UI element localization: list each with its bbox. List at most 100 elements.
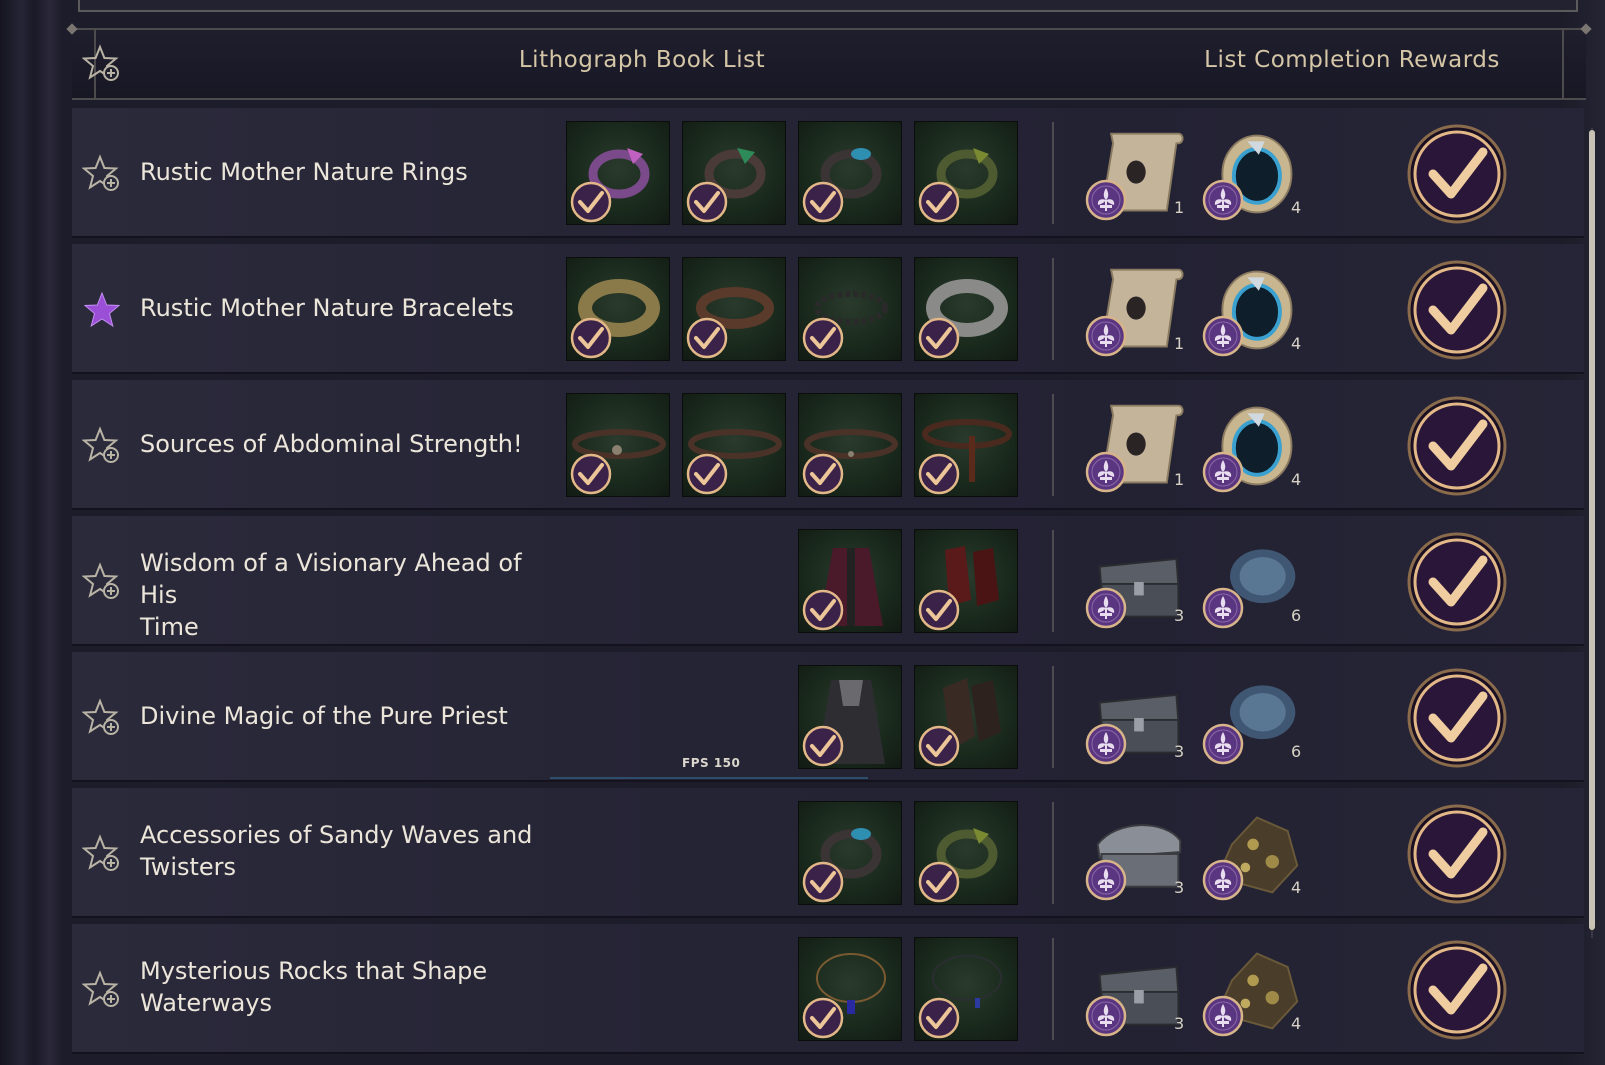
book-item-slot[interactable] <box>682 393 786 497</box>
book-item-slot[interactable] <box>798 257 902 361</box>
reward-slot[interactable]: 6 <box>1201 670 1311 770</box>
fps-value: 150 <box>713 756 741 770</box>
claim-reward-check-button[interactable] <box>1405 938 1509 1042</box>
column-title-rewards: List Completion Rewards <box>1204 47 1500 73</box>
registered-check-icon <box>918 725 960 767</box>
registered-check-icon <box>918 317 960 359</box>
list-row[interactable]: Rustic Mother Nature Rings 1 4 <box>72 108 1584 238</box>
scrollbar[interactable] <box>1588 118 1596 948</box>
book-item-slot[interactable] <box>914 937 1018 1041</box>
left-curtain <box>0 0 62 1065</box>
registered-check-icon <box>918 997 960 1039</box>
reward-slot[interactable]: 1 <box>1084 126 1194 226</box>
star-plus-icon[interactable] <box>82 44 122 84</box>
claim-reward-check-button[interactable] <box>1405 802 1509 906</box>
favorite-star-icon[interactable] <box>82 290 122 330</box>
book-item-slot[interactable] <box>682 257 786 361</box>
reward-slot[interactable]: 4 <box>1201 942 1311 1042</box>
list-row[interactable]: Accessories of Sandy Waves and Twisters 3 4 <box>72 788 1584 918</box>
reward-slot[interactable]: 1 <box>1084 262 1194 362</box>
book-item-slot[interactable] <box>798 665 902 769</box>
reward-slot[interactable]: 4 <box>1201 126 1311 226</box>
claim-reward-check-button[interactable] <box>1405 666 1509 770</box>
row-title-line: Wisdom of a Visionary Ahead of His <box>140 549 522 609</box>
fleur-de-lis-badge-icon <box>1085 179 1127 221</box>
star-plus-icon[interactable] <box>82 970 122 1010</box>
book-item-slot[interactable] <box>798 801 902 905</box>
book-item-slot[interactable] <box>914 529 1018 633</box>
claim-reward-check-button[interactable] <box>1405 394 1509 498</box>
reward-slot[interactable]: 3 <box>1084 534 1194 634</box>
star-plus-icon[interactable] <box>82 154 122 194</box>
registered-check-icon <box>570 181 612 223</box>
reward-count: 1 <box>1174 334 1185 353</box>
registered-check-icon <box>686 317 728 359</box>
book-item-slot[interactable] <box>566 393 670 497</box>
row-title-line: Sources of Abdominal Strength! <box>140 430 523 458</box>
reward-count: 4 <box>1291 334 1302 353</box>
book-item-slot[interactable] <box>566 121 670 225</box>
row-title: Rustic Mother Nature Bracelets <box>140 292 560 324</box>
book-item-slot[interactable] <box>914 665 1018 769</box>
book-item-slot[interactable] <box>798 393 902 497</box>
book-item-slot[interactable] <box>914 393 1018 497</box>
book-item-slot[interactable] <box>914 257 1018 361</box>
reward-count: 1 <box>1174 198 1185 217</box>
row-title: Sources of Abdominal Strength! <box>140 428 560 460</box>
book-item-slot[interactable] <box>798 529 902 633</box>
column-title-book-list: Lithograph Book List <box>518 47 766 73</box>
registered-check-icon <box>802 997 844 1039</box>
reward-count: 4 <box>1291 1014 1302 1033</box>
star-plus-icon[interactable] <box>82 698 122 738</box>
row-title: Wisdom of a Visionary Ahead of His Time <box>140 547 560 643</box>
fleur-de-lis-badge-icon <box>1202 587 1244 629</box>
reward-slot[interactable]: 3 <box>1084 670 1194 770</box>
reward-count: 4 <box>1291 198 1302 217</box>
reward-slot[interactable]: 4 <box>1201 806 1311 906</box>
book-item-slot[interactable] <box>914 801 1018 905</box>
scroll-thumb[interactable] <box>1589 130 1595 930</box>
row-title-line: Mysterious Rocks that Shape <box>140 957 488 985</box>
row-title-line: Accessories of Sandy Waves and <box>140 821 533 849</box>
reward-count: 3 <box>1174 742 1185 761</box>
row-title-line: Twisters <box>140 853 237 881</box>
star-plus-icon[interactable] <box>82 834 122 874</box>
registered-check-icon <box>918 181 960 223</box>
reward-slot[interactable]: 1 <box>1084 398 1194 498</box>
list-row[interactable]: Sources of Abdominal Strength! 1 4 <box>72 380 1584 510</box>
fleur-de-lis-badge-icon <box>1085 315 1127 357</box>
reward-slot[interactable]: 4 <box>1201 262 1311 362</box>
book-item-slot[interactable] <box>566 257 670 361</box>
list-row[interactable]: Divine Magic of the Pure Priest 3 6 <box>72 652 1584 782</box>
reward-slot[interactable]: 4 <box>1201 398 1311 498</box>
star-plus-icon[interactable] <box>82 426 122 466</box>
reward-slot[interactable]: 6 <box>1201 534 1311 634</box>
fleur-de-lis-badge-icon <box>1202 179 1244 221</box>
row-title: Rustic Mother Nature Rings <box>140 156 560 188</box>
row-title: Accessories of Sandy Waves and Twisters <box>140 819 560 883</box>
book-item-slot[interactable] <box>798 121 902 225</box>
claim-reward-check-button[interactable] <box>1405 122 1509 226</box>
reward-slot[interactable]: 3 <box>1084 806 1194 906</box>
reward-count: 6 <box>1291 606 1302 625</box>
fps-label: FPS <box>682 756 710 770</box>
book-item-slot[interactable] <box>798 937 902 1041</box>
fleur-de-lis-badge-icon <box>1202 859 1244 901</box>
registered-check-icon <box>918 861 960 903</box>
list-row[interactable]: Rustic Mother Nature Bracelets 1 4 <box>72 244 1584 374</box>
fleur-de-lis-badge-icon <box>1085 859 1127 901</box>
claim-reward-check-button[interactable] <box>1405 530 1509 634</box>
fleur-de-lis-badge-icon <box>1202 315 1244 357</box>
row-title-line: Divine Magic of the Pure Priest <box>140 702 508 730</box>
fleur-de-lis-badge-icon <box>1085 723 1127 765</box>
registered-check-icon <box>570 317 612 359</box>
book-item-slot[interactable] <box>682 121 786 225</box>
list-row[interactable]: Mysterious Rocks that Shape Waterways 3 4 <box>72 924 1584 1054</box>
reward-slot[interactable]: 3 <box>1084 942 1194 1042</box>
book-item-slot[interactable] <box>914 121 1018 225</box>
row-title-line: Rustic Mother Nature Bracelets <box>140 294 514 322</box>
star-plus-icon[interactable] <box>82 562 122 602</box>
reward-count: 4 <box>1291 878 1302 897</box>
claim-reward-check-button[interactable] <box>1405 258 1509 362</box>
list-row[interactable]: Wisdom of a Visionary Ahead of His Time 3 6 <box>72 516 1584 646</box>
